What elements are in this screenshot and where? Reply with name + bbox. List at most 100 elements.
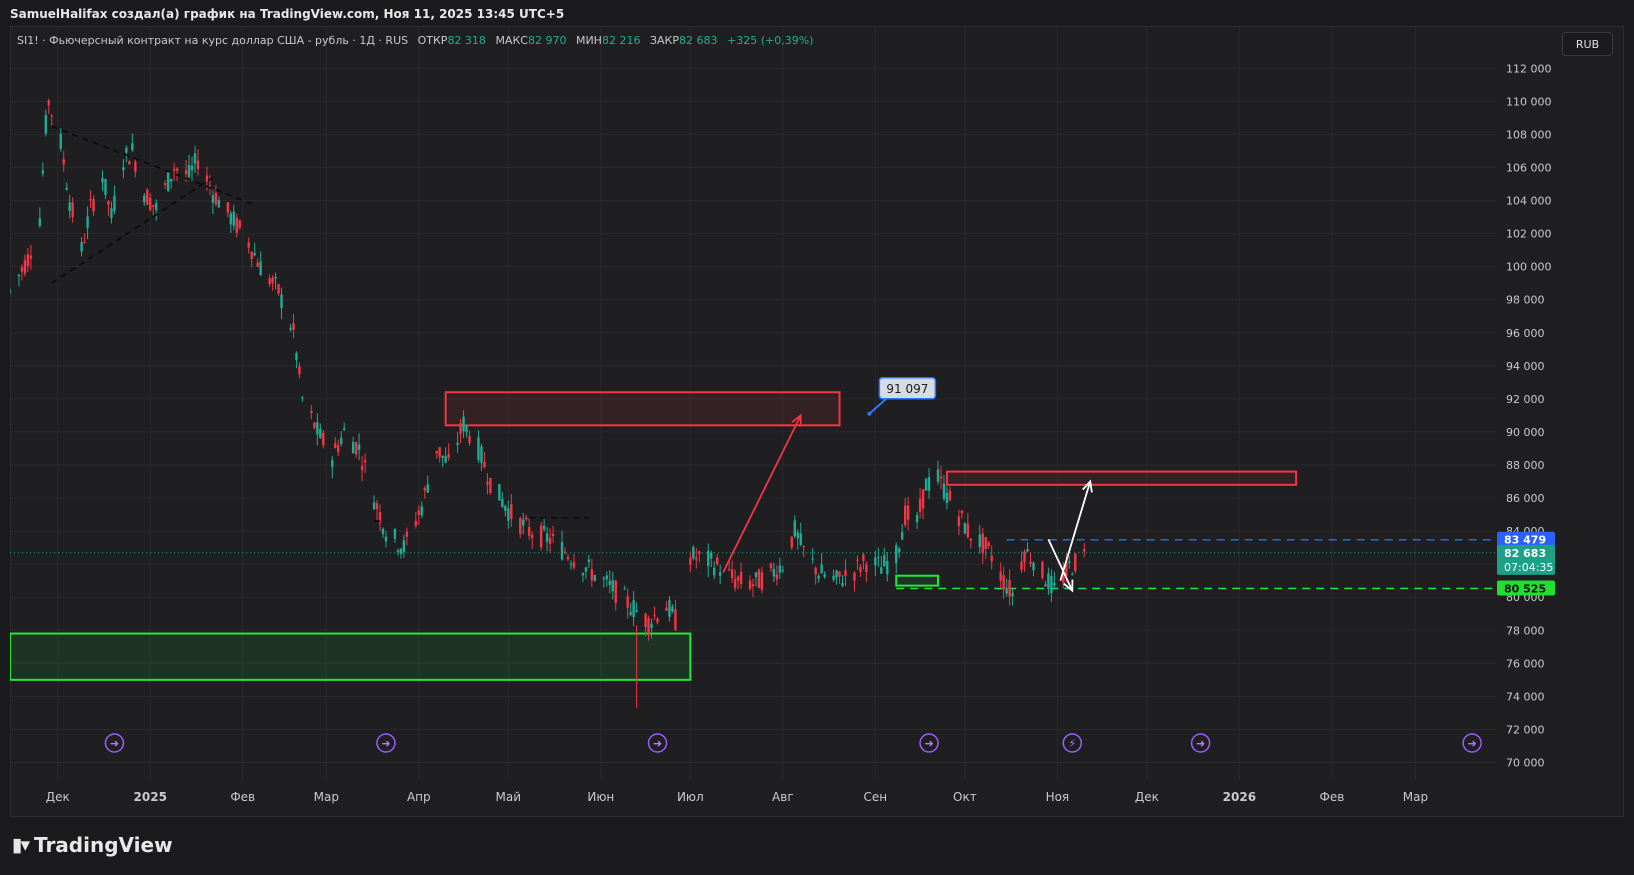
tradingview-brand[interactable]: ▮▾ TradingView	[12, 833, 173, 857]
candle-body	[853, 572, 856, 581]
candle-body	[632, 600, 635, 618]
candle-body	[581, 573, 585, 576]
candle-body	[880, 567, 883, 574]
candle-body	[665, 607, 668, 611]
candle-body	[441, 455, 444, 459]
candle-body	[898, 548, 901, 553]
candle-body	[802, 546, 805, 548]
candle-body	[656, 618, 659, 623]
candle-body	[334, 443, 337, 448]
candle-body	[548, 537, 552, 545]
dividend-arrow-icon[interactable]: ➜	[647, 733, 668, 753]
candle-body	[593, 575, 597, 581]
y-tick-label: 100 000	[1506, 261, 1552, 274]
candlestick-chart[interactable]: 91 097 ➜ ➜ ➜ ➜ ⚡ ➜ ➜ 70 000 72 000 74 000 76 000 7…	[10, 27, 1620, 815]
legend-open-label: ОТКР	[417, 34, 448, 47]
green-zone	[10, 632, 692, 681]
candle-body	[1074, 553, 1077, 572]
candle-body	[405, 531, 409, 537]
legend-high-label: МАКС	[495, 34, 528, 47]
candle-body	[86, 216, 89, 228]
candle-body	[883, 555, 886, 567]
candle-body	[423, 488, 426, 491]
dividend-arrow-icon[interactable]: ➜	[1190, 733, 1211, 753]
blue-level-price-tag: 83 479	[1504, 534, 1546, 547]
candle-body	[256, 262, 259, 267]
candle-body	[1011, 593, 1014, 597]
candle-body	[417, 510, 420, 515]
x-tick-label: Ноя	[1046, 790, 1070, 804]
red-arrow	[722, 414, 802, 573]
candle-body	[727, 569, 731, 571]
candle-body	[856, 559, 859, 561]
candle-body	[653, 615, 656, 617]
candle-body	[775, 574, 779, 580]
candle-body	[614, 580, 617, 604]
candle-body	[1005, 587, 1008, 594]
symbol-legend: SI1! · Фьючерсный контракт на курс долла…	[17, 34, 813, 47]
candle-body	[113, 195, 116, 212]
y-axis[interactable]: 70 00072 00074 00076 00078 00080 00082 0…	[1506, 62, 1552, 769]
candle-body	[629, 612, 632, 615]
candle-body	[26, 254, 30, 267]
candle-body	[331, 460, 334, 468]
candle-body	[125, 147, 128, 153]
candle-body	[226, 202, 230, 213]
candle-body	[483, 461, 486, 468]
candle-body	[316, 422, 319, 435]
candle-body	[530, 534, 534, 539]
event-glyph: ➜	[653, 737, 662, 750]
candle-body	[337, 445, 340, 453]
candle-body	[41, 170, 45, 174]
candle-body	[163, 183, 167, 185]
event-glyph: ➜	[381, 737, 390, 750]
candle-body	[751, 584, 755, 587]
dividend-arrow-icon[interactable]: ➜	[376, 733, 396, 753]
candle-body	[903, 505, 907, 526]
zones-layer	[10, 391, 1298, 681]
candle-body	[298, 366, 301, 375]
candle-body	[1026, 548, 1029, 552]
candle-body	[671, 606, 674, 612]
y-tick-label: 112 000	[1506, 62, 1552, 75]
candle-body	[375, 503, 379, 510]
candle-body	[351, 442, 355, 454]
candle-body	[1050, 576, 1053, 594]
candle-body	[235, 217, 238, 233]
candle-body	[1068, 561, 1071, 563]
candle-body	[1044, 584, 1047, 587]
candle-body	[733, 579, 737, 589]
candle-body	[710, 552, 713, 559]
candle-body	[357, 444, 361, 451]
x-axis[interactable]: Дек 2025 Фев Мар Апр Май Июн Июл Авг Сен Окт Ноя Дек…	[46, 790, 1428, 804]
candle-body	[295, 352, 298, 360]
event-glyph: ⚡	[1068, 737, 1076, 750]
candle-body	[1029, 561, 1032, 564]
dividend-arrow-icon[interactable]: ➜	[919, 733, 939, 753]
y-tick-label: 96 000	[1506, 327, 1545, 340]
candle-body	[89, 198, 92, 201]
candle-body	[1002, 575, 1005, 590]
candle-body	[915, 514, 919, 522]
lightning-icon[interactable]: ⚡	[1062, 733, 1083, 753]
y-tick-label: 72 000	[1506, 723, 1545, 736]
x-tick-label: Мар	[1403, 790, 1428, 804]
dividend-arrow-icon[interactable]: ➜	[104, 733, 125, 753]
candle-body	[939, 476, 943, 479]
currency-button[interactable]: RUB	[1562, 32, 1613, 56]
candle-body	[501, 498, 504, 507]
candle-body	[65, 187, 68, 190]
candle-body	[865, 564, 868, 572]
dividend-arrow-icon[interactable]: ➜	[1462, 733, 1482, 753]
price-note-anchor	[867, 411, 872, 416]
y-tick-label: 104 000	[1506, 195, 1552, 208]
candle-body	[963, 523, 967, 534]
red-zone	[945, 470, 1298, 486]
candle-body	[110, 208, 113, 219]
candle-body	[707, 550, 710, 567]
y-tick-label: 90 000	[1506, 426, 1545, 439]
candle-body	[635, 610, 638, 612]
candle-body	[393, 529, 397, 539]
y-tick-label: 108 000	[1506, 128, 1552, 141]
candle-body	[760, 572, 764, 591]
